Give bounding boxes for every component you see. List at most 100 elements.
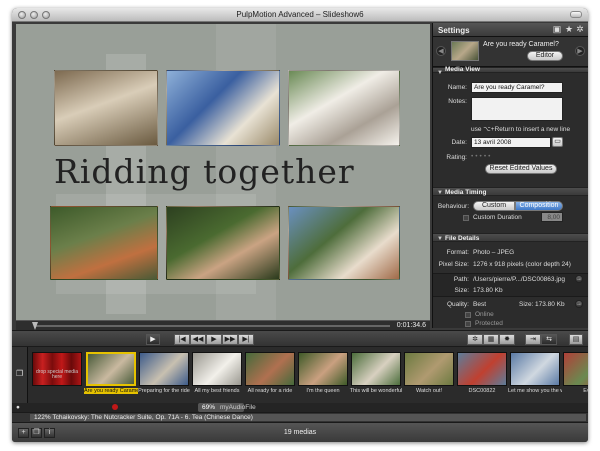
rating-stars[interactable]: ••••• <box>471 153 492 160</box>
status-bar: + ❐ i 19 medias <box>12 422 588 442</box>
online-checkbox[interactable] <box>465 312 471 318</box>
gear-icon[interactable]: ✲ <box>575 25 585 34</box>
notes-field[interactable] <box>471 97 563 121</box>
media-thumbnail[interactable]: This will be wonderful <box>350 352 402 397</box>
photo-girl-brown-horse[interactable] <box>288 206 400 280</box>
photo-boy-with-pony[interactable] <box>166 70 280 146</box>
media-thumbnail-image <box>510 352 560 386</box>
quality-info-icon[interactable]: → <box>575 300 583 308</box>
quality-value[interactable]: Best <box>473 301 486 308</box>
behaviour-composition-segment[interactable]: Composition <box>515 201 563 211</box>
favorite-star-icon[interactable]: ★ <box>564 25 574 34</box>
next-media-button[interactable]: ▶ <box>575 46 585 56</box>
settings-gear-icon[interactable]: ✲ <box>467 334 483 345</box>
volume-badge: 69% <box>202 404 216 411</box>
quality-size-label: Size: <box>519 301 534 308</box>
media-thumbnail-caption: All my best friends <box>194 388 240 394</box>
music-track[interactable]: 122% Tchaikovsky: The Nutcracker Suite, … <box>12 412 588 422</box>
toolbar-toggle-button[interactable] <box>570 11 582 18</box>
date-field[interactable]: 13 avril 2008 <box>471 137 551 148</box>
fullscreen-preview-button[interactable]: ▶ <box>146 334 160 345</box>
window-title: PulpMotion Advanced – Slideshow6 <box>236 10 364 19</box>
media-thumbnail[interactable]: Let me show you the way <box>508 352 562 397</box>
photo-group-kids[interactable] <box>50 206 158 280</box>
media-view-icon[interactable]: ▣ <box>552 25 562 34</box>
special-media-slot[interactable]: drop special media here <box>32 352 82 397</box>
media-thumbnail-caption: Preparing for the ride <box>138 388 190 394</box>
audio-track-icon[interactable]: ● <box>16 404 20 411</box>
custom-duration-checkbox[interactable] <box>463 215 469 221</box>
media-thumbnail[interactable]: Watch out! <box>404 352 454 397</box>
rating-label: Rating: <box>446 154 467 161</box>
preview-timeline[interactable]: 0:01:34.6 <box>16 320 430 330</box>
online-label: Online <box>475 311 494 318</box>
settings-header: Settings ▣ ★ ✲ <box>433 23 588 37</box>
media-thumbnail-caption: Are you ready Caramel? <box>84 388 138 394</box>
quality-size-value: 173.80 Kb <box>535 301 565 308</box>
selected-media-name: Are you ready Caramel? <box>483 41 559 48</box>
rewind-button[interactable]: ◀◀ <box>190 334 206 345</box>
media-thumbnail-image <box>563 352 588 386</box>
format-value: Photo – JPEG <box>473 249 515 256</box>
name-field[interactable]: Are you ready Caramel? <box>471 82 563 93</box>
voice-track[interactable]: ● 69% myAudioFile <box>12 403 588 412</box>
settings-media-nav: ◀ Are you ready Caramel? Editor ▶ <box>433 37 588 67</box>
go-to-end-button[interactable]: ▶| <box>238 334 254 345</box>
calendar-icon[interactable]: ▭ <box>552 137 563 147</box>
share-icon[interactable]: ⇆ <box>541 334 557 345</box>
play-button[interactable]: ▶ <box>206 334 222 345</box>
media-thumbnail-caption: I'm the queen <box>306 388 340 394</box>
media-strip[interactable]: ❐ drop special media here Are you ready … <box>12 347 588 403</box>
effects-icon[interactable]: ✸ <box>499 334 515 345</box>
media-thumbnail[interactable]: DSC00822 <box>457 352 507 397</box>
size-value: 173.80 Kb <box>473 287 503 294</box>
title-bar: PulpMotion Advanced – Slideshow6 <box>12 8 588 22</box>
media-thumbnail[interactable]: Are you ready Caramel? <box>84 352 138 397</box>
media-view-section-header[interactable]: ▼ Media View <box>433 66 588 76</box>
media-thumbnail[interactable]: All my best friends <box>192 352 242 397</box>
timecode: 0:01:34.6 <box>396 322 426 329</box>
quality-label: Quality: <box>446 301 469 308</box>
media-thumbnail-image <box>404 352 454 386</box>
behaviour-custom-segment[interactable]: Custom <box>473 201 515 211</box>
record-indicator[interactable] <box>112 404 118 410</box>
layout-icon[interactable]: ▤ <box>569 334 583 345</box>
file-details-section-header[interactable]: ▼ File Details <box>433 233 588 242</box>
media-thumbnail[interactable]: All ready for a ride <box>245 352 295 397</box>
pixel-size-value: 1276 x 918 pixels (color depth 24) <box>473 261 571 268</box>
previous-media-button[interactable]: ◀ <box>436 46 446 56</box>
custom-duration-field[interactable]: 8,00 <box>541 212 563 222</box>
photo-girl-with-horse[interactable] <box>54 70 158 146</box>
media-thumbnail-image <box>351 352 401 386</box>
editor-button[interactable]: Editor <box>527 51 563 61</box>
transport-toolbar: ▶ |◀ ◀◀ ▶ ▶▶ ▶| ✲ ▦ ✸ ⇥ ⇆ ▤ <box>12 330 588 347</box>
pixel-size-label: Pixel Size: <box>438 261 469 268</box>
photo-kid-helmet[interactable] <box>166 206 280 280</box>
media-thumbnail[interactable]: I'm the queen <box>298 352 348 397</box>
photo-girl-white-horse[interactable] <box>288 70 400 146</box>
behaviour-label: Behaviour: <box>437 203 469 210</box>
notes-label: Notes: <box>448 98 467 105</box>
media-thumbnail[interactable]: Eve <box>563 352 588 397</box>
media-thumbnail[interactable]: Preparing for the ride <box>138 352 190 397</box>
strip-sidebar: ❐ <box>12 347 28 403</box>
selected-media-thumbnail <box>451 41 479 61</box>
reveal-in-finder-icon[interactable]: → <box>575 275 583 283</box>
export-icon[interactable]: ⇥ <box>525 334 541 345</box>
protected-checkbox[interactable] <box>465 321 471 327</box>
date-label: Date: <box>451 139 467 146</box>
media-thumbnail-image <box>139 352 189 386</box>
timeline-track[interactable] <box>34 325 390 327</box>
media-count: 19 medias <box>283 429 317 436</box>
stack-icon[interactable]: ❐ <box>16 369 23 378</box>
slide-title-text[interactable]: Ridding together <box>54 152 355 191</box>
go-to-start-button[interactable]: |◀ <box>174 334 190 345</box>
notes-hint: use ⌥+Return to insert a new line <box>471 126 571 133</box>
fast-forward-button[interactable]: ▶▶ <box>222 334 238 345</box>
slide-preview[interactable]: Ridding together <box>16 24 430 320</box>
reset-edited-values-button[interactable]: Reset Edited Values <box>485 164 557 174</box>
path-label: Path: <box>453 276 469 283</box>
media-timing-section-header[interactable]: ▼ Media Timing <box>433 187 588 196</box>
media-thumbnail-image <box>86 352 136 386</box>
slide-settings-icon[interactable]: ▦ <box>483 334 499 345</box>
